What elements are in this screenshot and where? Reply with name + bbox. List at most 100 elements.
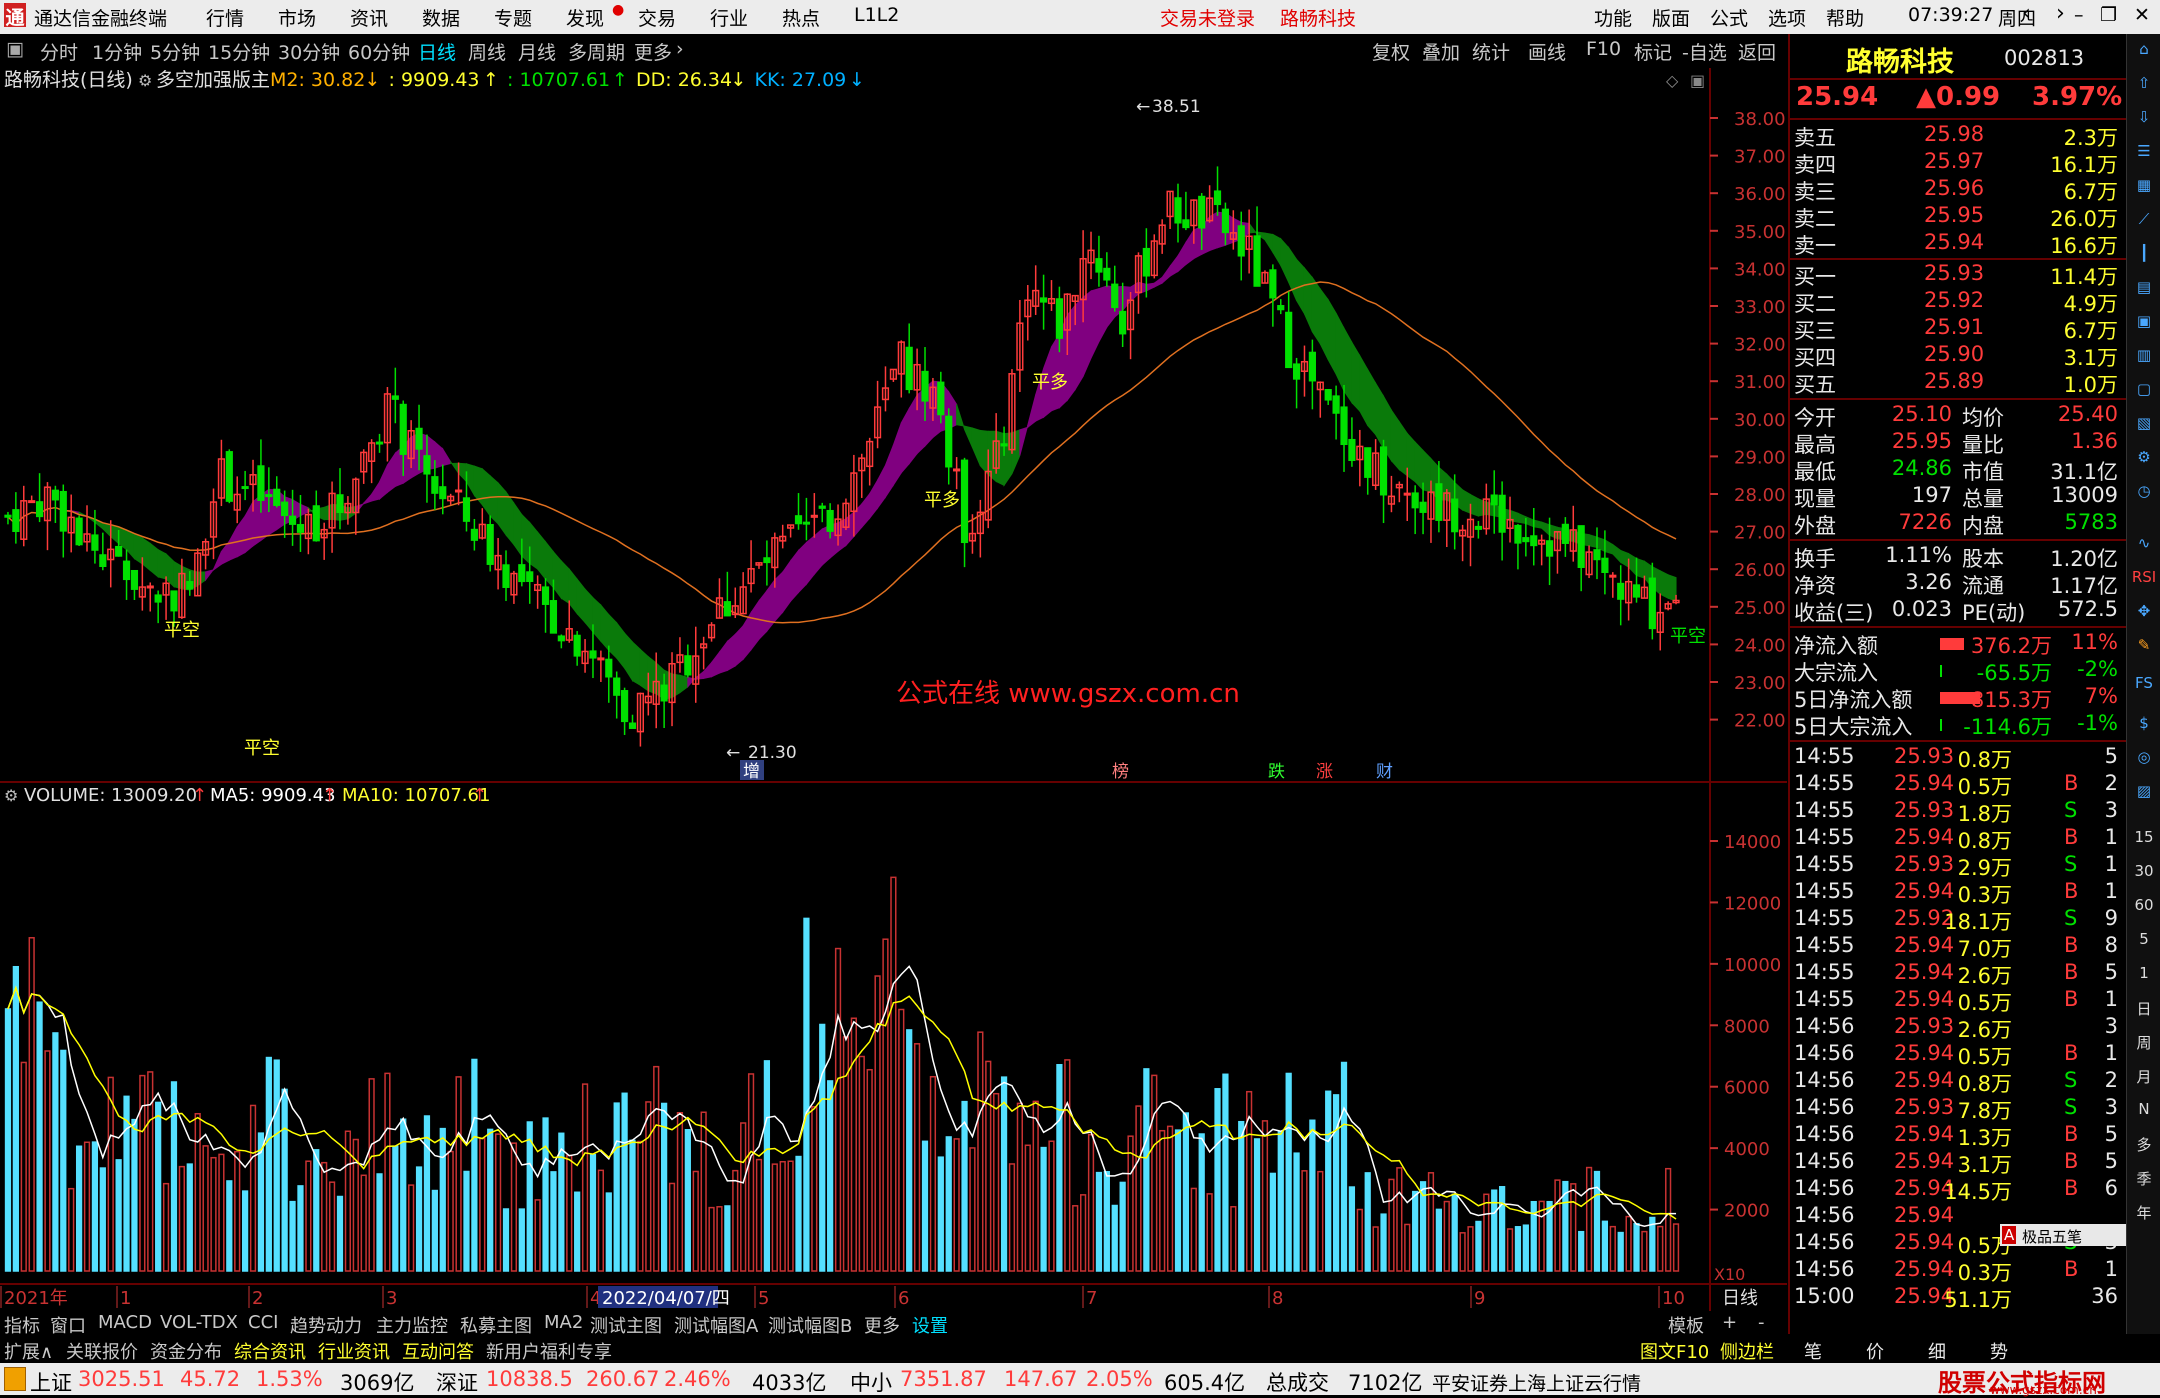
tick-tab-jia[interactable]: 价 [1866,1338,1884,1364]
menu-l1l2[interactable]: L1L2 [854,4,899,26]
compass-icon[interactable]: ◎ [2127,748,2160,766]
period-15min[interactable]: 15分钟 [208,38,270,65]
tab-simu[interactable]: 私募主图 [460,1312,532,1338]
menu-jiaoyi[interactable]: 交易 [638,4,676,31]
bid-price[interactable]: 25.91 [1924,315,1984,339]
bell-icon[interactable]: ⌂ [2127,40,2160,58]
period-tool-60[interactable]: 60 [2127,896,2160,914]
trade-login-notice[interactable]: 交易未登录 [1160,4,1255,31]
period-tool-duo[interactable]: 多 [2127,1134,2160,1155]
menu-gongshi[interactable]: 公式 [1710,4,1748,31]
indicator-settings-icon[interactable]: ⚙ [138,71,152,90]
ask-price[interactable]: 25.96 [1924,176,1984,200]
tick-tab-shi[interactable]: 势 [1990,1338,2008,1364]
tab-hangye[interactable]: 行业资讯 [318,1338,390,1364]
clock-icon[interactable]: ◷ [2127,482,2160,500]
event-tag[interactable]: 财 [1376,762,1393,782]
kline-chart-area[interactable]: 38.00 37.00 36.00 35.00 34.00 33.00 32.00 31.00… [0,68,1787,1311]
tab-hudong[interactable]: 互动问答 [402,1338,474,1364]
btn-biaoji[interactable]: 标记 [1634,38,1672,65]
indicator-name[interactable]: 多空加强版主 [156,69,270,91]
tab-chuangkou[interactable]: 窗口 [50,1312,86,1338]
tool-fs[interactable]: FS [2127,674,2160,692]
table-icon[interactable]: ▤ [2127,278,2160,296]
ask-price[interactable]: 25.98 [1924,122,1984,146]
menu-faxian[interactable]: 发现 [566,4,604,31]
ask-price[interactable]: 25.95 [1924,203,1984,227]
menu-gongneng[interactable]: 功能 [1594,4,1632,31]
event-tag[interactable]: 增 [743,762,760,782]
menu-xuanxiang[interactable]: 选项 [1768,4,1806,31]
bid-price[interactable]: 25.89 [1924,369,1984,393]
index-name[interactable]: 上证 [30,1367,72,1397]
pencil-icon[interactable]: ✎ [2127,636,2160,654]
settings-icon[interactable]: ⚙ [2127,448,2160,466]
tab-fuli[interactable]: 新用户福利专享 [486,1338,612,1364]
btn-f10[interactable]: F10 [1586,38,1621,60]
period-tool-30[interactable]: 30 [2127,862,2160,880]
tab-ma2[interactable]: MA2 [544,1312,583,1333]
period-tool-1[interactable]: 1 [2127,964,2160,982]
btn-zixuan[interactable]: -自选 [1682,38,1727,65]
tab-ceshi-a[interactable]: 测试幅图A [674,1312,758,1338]
tick-tab-bi[interactable]: 笔 [1804,1338,1822,1364]
tab-guanlian[interactable]: 关联报价 [66,1338,138,1364]
menu-zhuanti[interactable]: 专题 [494,4,532,31]
tab-qushi[interactable]: 趋势动力 [290,1312,362,1338]
chart2-icon[interactable]: ▥ [2127,346,2160,364]
bid-price[interactable]: 25.93 [1924,261,1984,285]
menu-hangye[interactable]: 行业 [710,4,748,31]
menu-redian[interactable]: 热点 [782,4,820,31]
period-monthly[interactable]: 月线 [518,38,556,65]
menu-hangqing[interactable]: 行情 [206,4,244,31]
period-1min[interactable]: 1分钟 [92,38,142,65]
btn-huaxian[interactable]: 画线 [1528,38,1566,65]
period-tool-day[interactable]: 15 [2127,828,2160,846]
status-market-icon[interactable] [4,1367,26,1391]
fin-icon[interactable]: ▣ [2127,312,2160,330]
ask-price[interactable]: 25.94 [1924,230,1984,254]
tab-zijin[interactable]: 资金分布 [150,1338,222,1364]
period-weekly[interactable]: 周线 [468,38,506,65]
restore-icon[interactable]: ❐ [2100,4,2117,26]
period-daily[interactable]: 日线 [418,38,456,65]
down-icon[interactable]: ⇩ [2127,108,2160,126]
period-30min[interactable]: 30分钟 [278,38,340,65]
window-menu-icon[interactable]: ▣ [6,38,24,60]
ask-price[interactable]: 25.97 [1924,149,1984,173]
chart3-icon[interactable]: ▨ [2127,782,2160,800]
period-tool-zhou[interactable]: 周 [2127,1032,2160,1053]
broker-name[interactable]: 平安证券上海上证云行情 [1432,1369,1641,1396]
period-multi[interactable]: 多周期 [568,38,625,65]
period-tool-yue[interactable]: 月 [2127,1066,2160,1087]
period-tool-ji[interactable]: 季 [2127,1168,2160,1189]
event-tag[interactable]: 涨 [1316,762,1333,782]
tab-more[interactable]: 更多 [864,1312,900,1338]
kline-icon[interactable]: ┃ [2127,244,2160,262]
period-60min[interactable]: 60分钟 [348,38,410,65]
tab-zhibiao[interactable]: 指标 [4,1312,40,1338]
grid-icon[interactable]: ▦ [2127,176,2160,194]
template-button[interactable]: 模板 [1668,1312,1704,1338]
list-icon[interactable]: ☰ [2127,142,2160,160]
period-more[interactable]: 更多 [634,38,672,65]
close-icon[interactable]: ✕ [2134,4,2150,26]
tab-ceshi-b[interactable]: 测试幅图B [768,1312,852,1338]
volume-settings-icon[interactable]: ⚙ [4,786,18,805]
period-5min[interactable]: 5分钟 [150,38,200,65]
btn-tongji[interactable]: 统计 [1472,38,1510,65]
dollar-icon[interactable]: $ [2127,714,2160,732]
menu-banmian[interactable]: 版面 [1652,4,1690,31]
f2-icon[interactable]: ▧ [2127,414,2160,432]
bid-price[interactable]: 25.90 [1924,342,1984,366]
bid-price[interactable]: 25.92 [1924,288,1984,312]
ime-toolbar[interactable]: A 极品五笔 [2000,1224,2132,1246]
tab-ceshi-zhu[interactable]: 测试主图 [590,1312,662,1338]
back-arrow-icon[interactable]: ‹ [2022,1,2031,26]
line-chart-icon[interactable]: ⟋ [2127,210,2160,228]
forward-arrow-icon[interactable]: › [2056,1,2065,26]
index-name[interactable]: 中小 [850,1367,892,1397]
tick-tab-xi[interactable]: 细 [1928,1338,1946,1364]
btn-fuquan[interactable]: 复权 [1372,38,1410,65]
panel-toggle-icon[interactable]: ▣ [1690,71,1705,90]
